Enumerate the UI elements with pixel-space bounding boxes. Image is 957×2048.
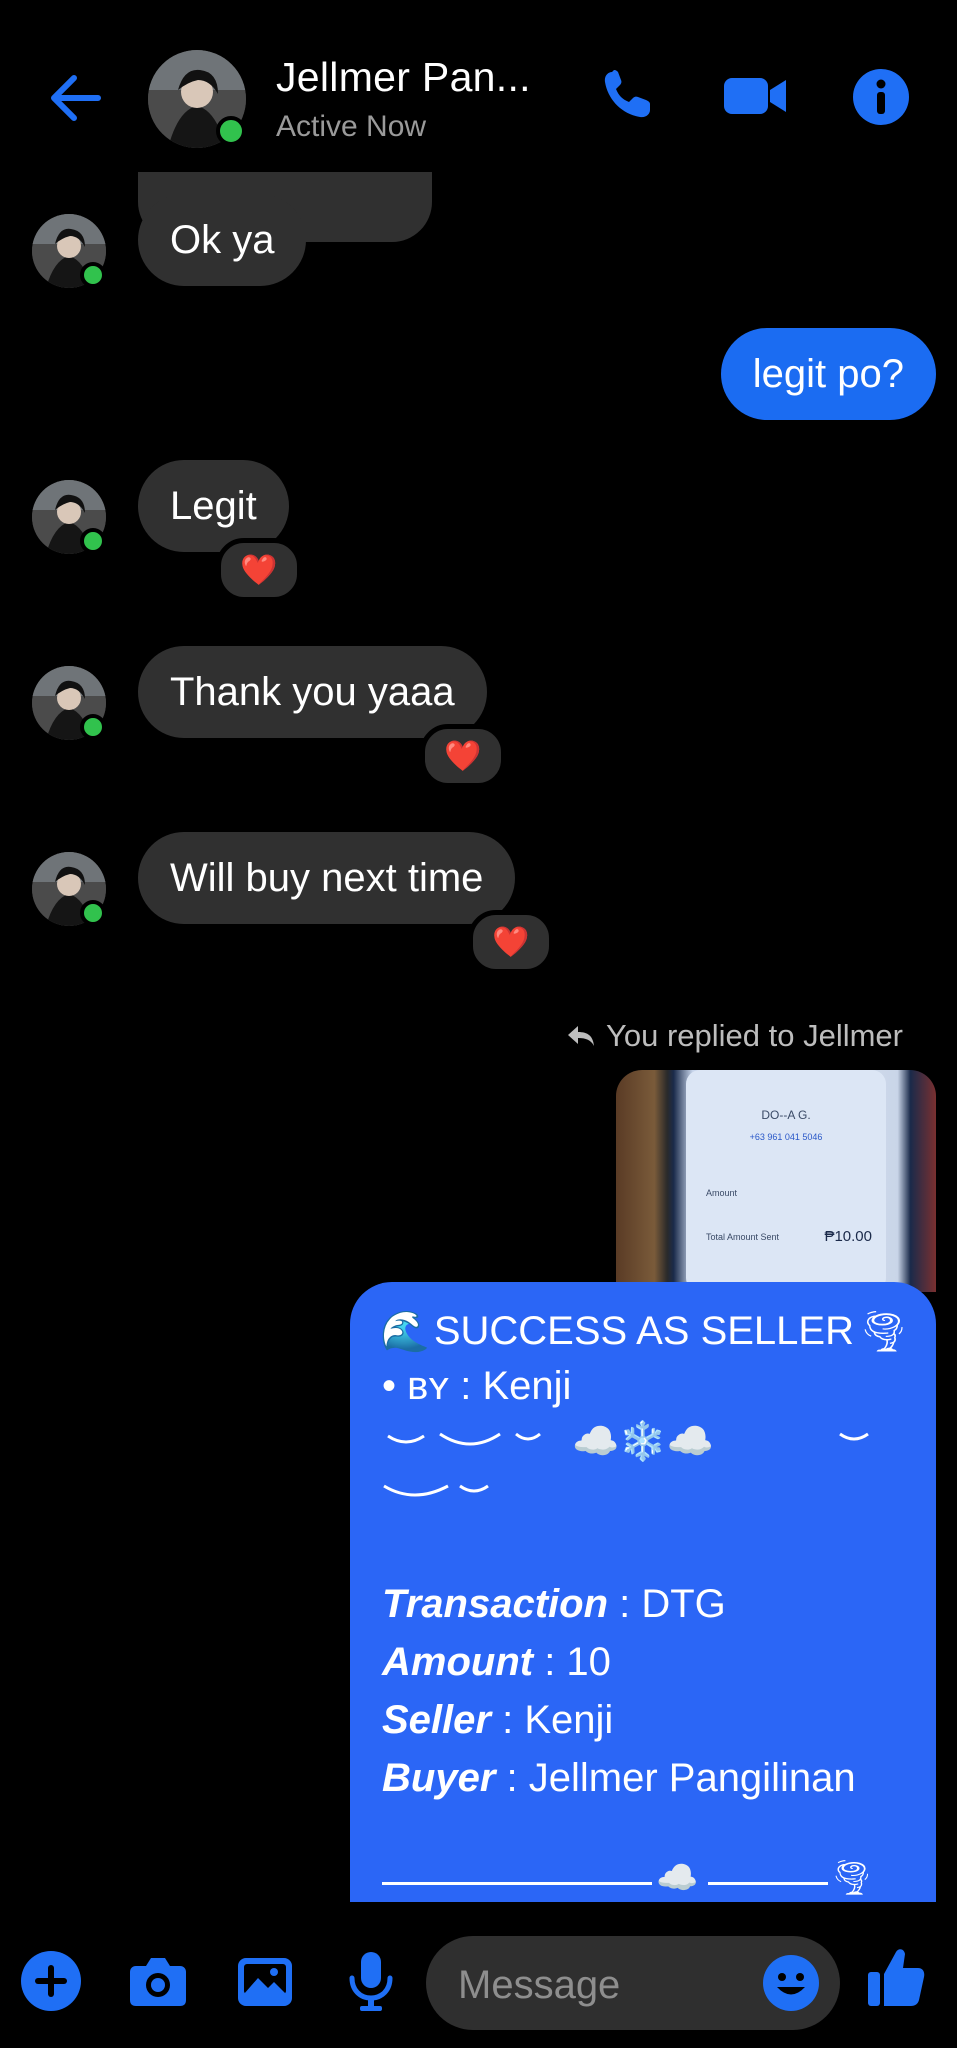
payment-screenshot-image[interactable]: DO--A G. +63 961 041 5046 Amount Total A… xyxy=(616,1070,936,1292)
weather-icons: ☁️❄️☁️ xyxy=(572,1421,714,1463)
camera-icon[interactable] xyxy=(128,1950,188,2012)
incoming-message[interactable]: Thank you yaaa xyxy=(138,646,487,738)
buyer-line: Buyer : Jellmer Pangilinan xyxy=(382,1756,856,1801)
cloud-icon: ☁️ xyxy=(656,1859,699,1897)
photo-total-label: Total Amount Sent xyxy=(706,1232,780,1242)
incoming-message[interactable]: Ok ya xyxy=(138,194,307,286)
heart-reaction[interactable]: ❤️ xyxy=(468,910,554,974)
amount-label: Amount xyxy=(382,1640,534,1684)
contact-name[interactable]: Jellmer Pan... xyxy=(276,54,531,101)
video-call-icon[interactable] xyxy=(722,66,788,126)
heart-icon: ❤️ xyxy=(444,739,482,773)
online-status-dot xyxy=(216,116,246,146)
heart-reaction[interactable]: ❤️ xyxy=(420,724,506,788)
seller-label: Seller xyxy=(382,1698,491,1742)
like-thumbs-up-icon[interactable] xyxy=(866,1944,926,2010)
phone-call-icon[interactable] xyxy=(596,66,656,126)
microphone-icon[interactable] xyxy=(344,1950,398,2012)
tornado-icon: 🌪 xyxy=(858,1310,909,1354)
info-icon[interactable] xyxy=(852,68,910,126)
back-arrow-icon[interactable] xyxy=(46,72,102,124)
photo-amount-label: Amount xyxy=(706,1188,738,1198)
seller-value: : Kenji xyxy=(502,1698,614,1742)
heart-icon: ❤️ xyxy=(240,553,278,587)
gallery-icon[interactable] xyxy=(236,1950,294,2012)
photo-phone-screen: DO--A G. +63 961 041 5046 Amount Total A… xyxy=(686,1070,886,1292)
transaction-line: Transaction : DTG xyxy=(382,1582,726,1627)
online-status-dot xyxy=(80,714,106,740)
card-title-row: 🌊 SUCCESS AS SELLER 🌪 xyxy=(380,1308,909,1355)
divider-line xyxy=(382,1882,652,1885)
card-by-line: • ʙʏ : Kenji xyxy=(382,1364,572,1408)
tornado-icon: 🌪 xyxy=(830,1859,874,1897)
reply-note: You replied to Jellmer xyxy=(566,1018,903,1054)
active-status: Active Now xyxy=(276,110,427,143)
wave-icon: 🌊 xyxy=(380,1310,430,1354)
transaction-value: : DTG xyxy=(619,1582,726,1626)
buyer-label: Buyer xyxy=(382,1756,496,1800)
buyer-value: : Jellmer Pangilinan xyxy=(506,1756,856,1800)
seller-line: Seller : Kenji xyxy=(382,1698,613,1743)
amount-line: Amount : 10 xyxy=(382,1640,611,1685)
transaction-label: Transaction xyxy=(382,1582,608,1626)
heart-reaction[interactable]: ❤️ xyxy=(216,538,302,602)
online-status-dot xyxy=(80,900,106,926)
online-status-dot xyxy=(80,262,106,288)
add-icon[interactable] xyxy=(20,1950,82,2012)
message-placeholder: Message xyxy=(458,1963,621,2007)
incoming-message[interactable]: Will buy next time xyxy=(138,832,516,924)
heart-icon: ❤️ xyxy=(492,925,530,959)
emoji-icon[interactable] xyxy=(762,1954,820,2012)
photo-recipient: DO--A G. xyxy=(761,1108,811,1122)
reply-note-text: You replied to Jellmer xyxy=(606,1018,903,1053)
reply-arrow-icon xyxy=(568,1026,595,1046)
amount-value: : 10 xyxy=(544,1640,611,1684)
outgoing-message[interactable]: legit po? xyxy=(720,328,936,420)
online-status-dot xyxy=(80,528,106,554)
photo-number: +63 961 041 5046 xyxy=(749,1132,823,1142)
card-title: SUCCESS AS SELLER xyxy=(433,1309,854,1353)
seller-success-card[interactable]: 🌊 SUCCESS AS SELLER 🌪 • ʙʏ : Kenji ☁️❄️☁… xyxy=(350,1282,936,1902)
divider-line xyxy=(708,1882,828,1885)
photo-total-value: ₱10.00 xyxy=(824,1228,872,1245)
